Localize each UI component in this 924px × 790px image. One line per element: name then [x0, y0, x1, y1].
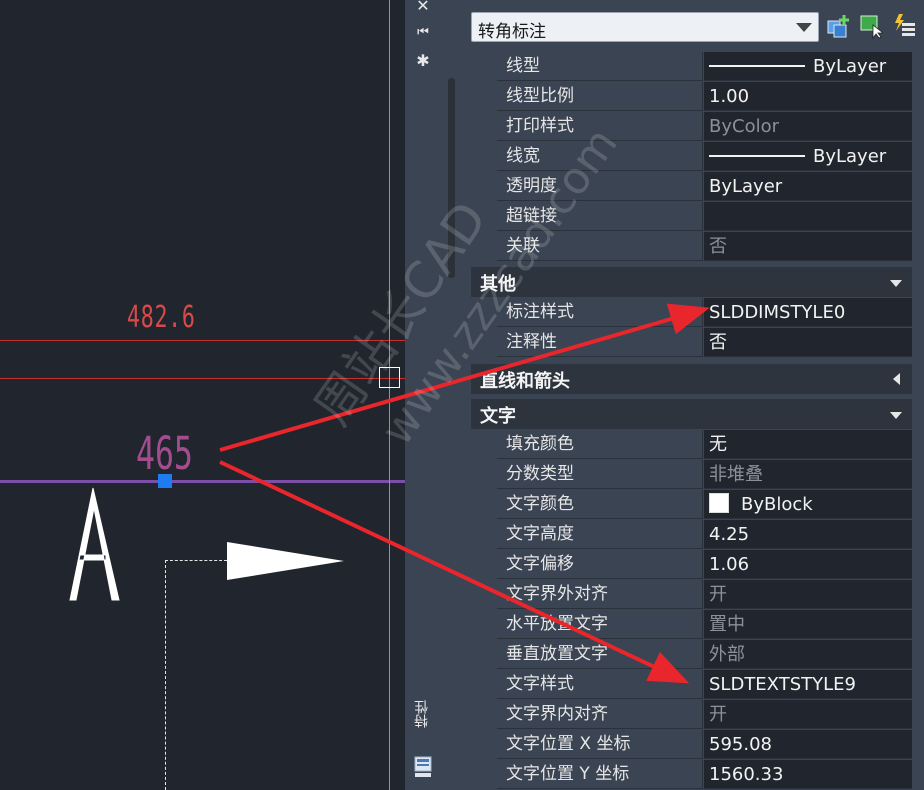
- property-name: 文字界外对齐: [497, 580, 703, 609]
- property-value-text: SLDTEXTSTYLE9: [709, 674, 856, 695]
- property-value[interactable]: 1560.33: [704, 760, 912, 789]
- property-value[interactable]: ByBlock: [704, 490, 912, 519]
- property-name: 文字偏移: [497, 550, 703, 579]
- property-value[interactable]: 开: [704, 700, 912, 729]
- property-name: 文字样式: [497, 670, 703, 699]
- property-row[interactable]: 标注样式 SLDDIMSTYLE0: [497, 298, 912, 327]
- select-objects-icon[interactable]: [859, 13, 883, 39]
- auto-hide-icon[interactable]: ⏮: [413, 23, 433, 43]
- letter-a-shape: [69, 487, 120, 601]
- property-name: 文字高度: [497, 520, 703, 549]
- property-name: 水平放置文字: [497, 610, 703, 639]
- palette-title: 特性: [414, 700, 430, 728]
- property-row[interactable]: 文字位置 Y 坐标 1560.33: [497, 760, 912, 789]
- toggle-pickadd-icon[interactable]: [826, 13, 850, 39]
- property-value-text: 1.00: [709, 86, 750, 107]
- property-name: 文字位置 X 坐标: [497, 730, 703, 759]
- property-name: 文字位置 Y 坐标: [497, 760, 703, 789]
- property-value-text: 1.06: [709, 554, 750, 575]
- property-value[interactable]: 4.25: [704, 520, 912, 549]
- property-value[interactable]: 非堆叠: [704, 460, 912, 489]
- property-row[interactable]: 填充颜色无: [497, 430, 912, 459]
- property-value[interactable]: ByLayer: [704, 172, 912, 201]
- section-title: 文字: [480, 406, 516, 427]
- property-value-text: 1560.33: [709, 764, 784, 785]
- section-lines-arrows[interactable]: 直线和箭头: [471, 364, 912, 394]
- property-value[interactable]: SLDDIMSTYLE0: [704, 298, 912, 327]
- palette-icon: [414, 756, 432, 777]
- linetype-sample-icon: [709, 154, 805, 157]
- chevron-down-icon[interactable]: [890, 280, 902, 287]
- chevron-down-icon[interactable]: [796, 23, 812, 32]
- property-value-text: 无: [709, 434, 727, 455]
- property-value[interactable]: SLDTEXTSTYLE9: [704, 670, 912, 699]
- property-value[interactable]: 无: [704, 430, 912, 459]
- property-row[interactable]: 垂直放置文字 外部: [497, 640, 912, 669]
- property-value-text: 595.08: [709, 734, 772, 755]
- property-name: 分数类型: [497, 460, 703, 489]
- property-value-text: 4.25: [709, 524, 750, 545]
- chevron-down-icon[interactable]: [890, 412, 902, 419]
- property-value-text: 开: [709, 704, 727, 725]
- property-value[interactable]: 外部: [704, 640, 912, 669]
- property-row[interactable]: 文字界外对齐开: [497, 580, 912, 609]
- property-name: 文字颜色: [497, 490, 703, 519]
- property-value-text: ByLayer: [709, 176, 783, 197]
- property-row[interactable]: 文字偏移 1.06: [497, 550, 912, 579]
- property-value-text: ByColor: [709, 116, 779, 137]
- property-value[interactable]: ByLayer: [704, 142, 912, 171]
- property-value[interactable]: 否: [704, 232, 912, 261]
- property-row[interactable]: 文字高度 4.25: [497, 520, 912, 549]
- property-value-text: 置中: [709, 614, 745, 635]
- property-row[interactable]: 文字颜色 ByBlock: [497, 490, 912, 519]
- object-type-value: 转角标注: [478, 22, 546, 42]
- property-value[interactable]: [704, 202, 912, 231]
- property-value[interactable]: 置中: [704, 610, 912, 639]
- object-type-dropdown[interactable]: 转角标注: [471, 12, 819, 42]
- color-swatch-icon: [709, 493, 729, 513]
- linetype-sample-icon: [709, 64, 805, 67]
- quick-select-icon[interactable]: [891, 13, 915, 39]
- property-value[interactable]: ByColor: [704, 112, 912, 141]
- close-icon[interactable]: ✕: [413, 0, 433, 16]
- property-name: 填充颜色: [497, 430, 703, 459]
- property-value-text: ByBlock: [741, 494, 813, 515]
- section-text[interactable]: 文字: [471, 399, 912, 429]
- property-row[interactable]: 分数类型 非堆叠: [497, 460, 912, 489]
- property-value-text: SLDDIMSTYLE0: [709, 302, 846, 323]
- settings-icon[interactable]: ✱: [413, 51, 433, 71]
- section-title: 直线和箭头: [480, 371, 570, 392]
- property-value[interactable]: 开: [704, 580, 912, 609]
- chevron-left-icon[interactable]: [893, 373, 900, 385]
- property-row[interactable]: 文字样式 SLDTEXTSTYLE9: [497, 670, 912, 699]
- property-value[interactable]: 1.00: [704, 82, 912, 111]
- property-value[interactable]: 否: [704, 328, 912, 357]
- property-value-text: 否: [709, 332, 727, 353]
- property-value-text: 外部: [709, 644, 745, 665]
- property-value[interactable]: ByLayer: [704, 52, 912, 81]
- property-row[interactable]: 文字位置 X 坐标 595.08: [497, 730, 912, 759]
- property-value-text: 开: [709, 584, 727, 605]
- property-value-text: 否: [709, 236, 727, 257]
- property-value[interactable]: 1.06: [704, 550, 912, 579]
- property-row[interactable]: 水平放置文字 置中: [497, 610, 912, 639]
- property-value-text: ByLayer: [813, 56, 887, 77]
- property-row[interactable]: 注释性否: [497, 328, 912, 357]
- property-name: 注释性: [497, 328, 703, 357]
- property-value-text: ByLayer: [813, 146, 887, 167]
- property-row[interactable]: 文字界内对齐开: [497, 700, 912, 729]
- property-value[interactable]: 595.08: [704, 730, 912, 759]
- property-value-text: 非堆叠: [709, 464, 763, 485]
- arrowhead-shape: [227, 542, 344, 580]
- property-name: 垂直放置文字: [497, 640, 703, 669]
- property-name: 文字界内对齐: [497, 700, 703, 729]
